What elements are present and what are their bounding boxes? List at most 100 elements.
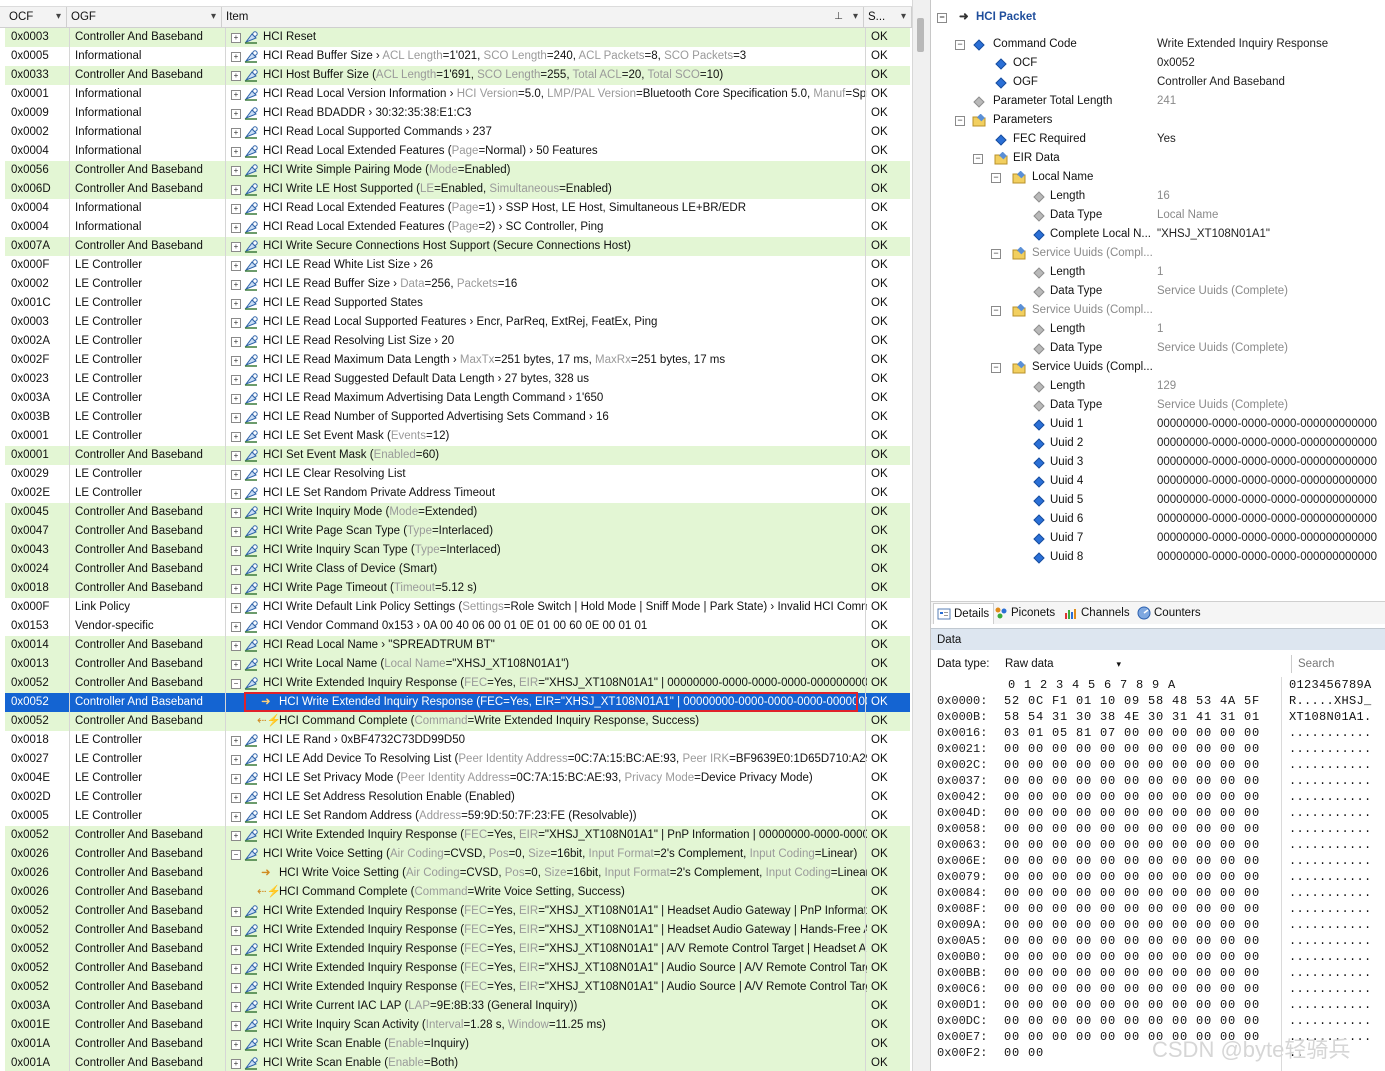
chevron-down-icon[interactable]: ▾ — [853, 7, 858, 27]
details-title-row[interactable]: − ➜ HCI Packet — [931, 8, 1385, 27]
tree-node[interactable]: OCF 0x0052 — [931, 54, 1385, 73]
expand-toggle-icon[interactable]: + — [231, 964, 241, 974]
table-row[interactable]: 0x0003 LE Controller + HCI LE Read Local Su… — [5, 313, 910, 332]
table-row[interactable]: 0x004E LE Controller + HCI LE Set Privacy M… — [5, 769, 910, 788]
expand-toggle-icon[interactable]: + — [231, 1059, 241, 1069]
tree-node[interactable]: Uuid 3 00000000-0000-0000-0000-0000000000… — [931, 453, 1385, 472]
table-row[interactable]: 0x006D Controller And Baseband + HCI Write … — [5, 180, 910, 199]
column-item[interactable]: Item ⊥ ▾ — [222, 7, 864, 27]
table-row[interactable]: 0x003A LE Controller + HCI LE Read Maximum … — [5, 389, 910, 408]
expand-toggle-icon[interactable]: + — [231, 736, 241, 746]
expand-toggle-icon[interactable]: + — [231, 565, 241, 575]
expand-toggle-icon[interactable]: + — [231, 109, 241, 119]
tab-counters[interactable]: Counters — [1134, 603, 1205, 623]
expand-toggle-icon[interactable]: + — [231, 1040, 241, 1050]
expand-toggle-icon[interactable]: + — [231, 33, 241, 43]
table-row[interactable]: 0x003B LE Controller + HCI LE Read Number o… — [5, 408, 910, 427]
tree-node[interactable]: FEC Required Yes — [931, 130, 1385, 149]
table-row[interactable]: 0x007A Controller And Baseband + HCI Write … — [5, 237, 910, 256]
table-row[interactable]: 0x0027 LE Controller + HCI LE Add Device To… — [5, 750, 910, 769]
expand-toggle-icon[interactable]: + — [231, 907, 241, 917]
table-row[interactable]: 0x000F LE Controller + HCI LE Read White Li… — [5, 256, 910, 275]
scrollbar-thumb[interactable] — [917, 18, 924, 52]
expand-toggle-icon[interactable]: + — [231, 413, 241, 423]
collapse-icon[interactable]: − — [991, 306, 1001, 316]
expand-toggle-icon[interactable]: + — [231, 641, 241, 651]
tree-node[interactable]: Uuid 2 00000000-0000-0000-0000-0000000000… — [931, 434, 1385, 453]
expand-toggle-icon[interactable]: + — [231, 52, 241, 62]
tree-node[interactable]: Data Type Local Name — [931, 206, 1385, 225]
tree-node[interactable]: Uuid 1 00000000-0000-0000-0000-0000000000… — [931, 415, 1385, 434]
expand-toggle-icon[interactable]: + — [231, 489, 241, 499]
table-row[interactable]: 0x002D LE Controller + HCI LE Set Address R… — [5, 788, 910, 807]
tree-node[interactable]: Length 1 — [931, 263, 1385, 282]
expand-toggle-icon[interactable]: + — [231, 812, 241, 822]
table-row[interactable]: 0x0052 Controller And Baseband + HCI Write … — [5, 902, 910, 921]
table-row[interactable]: 0x0018 Controller And Baseband + HCI Write … — [5, 579, 910, 598]
collapse-icon[interactable]: − — [955, 40, 965, 50]
table-row[interactable]: 0x001C LE Controller + HCI LE Read Supporte… — [5, 294, 910, 313]
expand-toggle-icon[interactable]: + — [231, 793, 241, 803]
chevron-down-icon[interactable]: ▾ — [901, 7, 906, 27]
tree-node[interactable]: − Service Uuids (Compl... — [931, 301, 1385, 320]
table-row[interactable]: 0x0029 LE Controller + HCI LE Clear Resolvi… — [5, 465, 910, 484]
hex-view[interactable]: 0 1 2 3 4 5 6 7 8 9 A 0123456789A 0x0000… — [931, 677, 1385, 1071]
table-row[interactable]: 0x001A Controller And Baseband + HCI Write … — [5, 1054, 910, 1071]
expand-toggle-icon[interactable]: + — [231, 603, 241, 613]
expand-toggle-icon[interactable]: + — [231, 318, 241, 328]
collapse-icon[interactable]: − — [991, 249, 1001, 259]
expand-toggle-icon[interactable]: + — [231, 204, 241, 214]
table-row[interactable]: 0x0018 LE Controller + HCI LE Rand › 0xBF47… — [5, 731, 910, 750]
expand-toggle-icon[interactable]: + — [231, 185, 241, 195]
tree-node[interactable]: Uuid 6 00000000-0000-0000-0000-0000000000… — [931, 510, 1385, 529]
table-row[interactable]: 0x0026 Controller And Baseband − HCI Write … — [5, 845, 910, 864]
pin-icon[interactable]: ⊥ — [834, 7, 843, 27]
tree-node[interactable]: − Parameters — [931, 111, 1385, 130]
column-ogf[interactable]: OGF ▾ — [67, 7, 222, 27]
chevron-down-icon[interactable]: ▾ — [211, 7, 216, 27]
expand-toggle-icon[interactable]: + — [231, 280, 241, 290]
search-input[interactable]: Search — [1291, 655, 1385, 673]
table-row[interactable]: 0x0153 Vendor-specific + HCI Vendor Command… — [5, 617, 910, 636]
table-row[interactable]: 0x0052 Controller And Baseband ⇠⚡ HCI Comma… — [5, 712, 910, 731]
data-type-select[interactable]: Raw data ▾ — [1003, 655, 1123, 673]
expand-toggle-icon[interactable]: + — [231, 128, 241, 138]
tree-node[interactable]: − EIR Data — [931, 149, 1385, 168]
tree-node[interactable]: Parameter Total Length 241 — [931, 92, 1385, 111]
table-row[interactable]: 0x002A LE Controller + HCI LE Read Resolvin… — [5, 332, 910, 351]
tree-node[interactable]: − Service Uuids (Compl... — [931, 244, 1385, 263]
collapse-icon[interactable]: − — [991, 173, 1001, 183]
table-row[interactable]: 0x000F Link Policy + HCI Write Default Link… — [5, 598, 910, 617]
expand-toggle-icon[interactable]: + — [231, 983, 241, 993]
expand-toggle-icon[interactable]: + — [231, 242, 241, 252]
expand-toggle-icon[interactable]: + — [231, 660, 241, 670]
vertical-scrollbar[interactable] — [912, 0, 930, 1071]
table-row[interactable]: 0x002F LE Controller + HCI LE Read Maximum … — [5, 351, 910, 370]
tree-node[interactable]: Data Type Service Uuids (Complete) — [931, 396, 1385, 415]
table-row[interactable]: 0x0052 Controller And Baseband + HCI Write … — [5, 921, 910, 940]
table-row[interactable]: 0x002E LE Controller + HCI LE Set Random Pr… — [5, 484, 910, 503]
expand-toggle-icon[interactable]: + — [231, 470, 241, 480]
column-status[interactable]: S... ▾ — [864, 7, 912, 27]
table-row[interactable]: 0x0024 Controller And Baseband + HCI Write … — [5, 560, 910, 579]
tree-node[interactable]: OGF Controller And Baseband — [931, 73, 1385, 92]
table-row[interactable]: 0x0052 Controller And Baseband + HCI Write … — [5, 978, 910, 997]
collapse-icon[interactable]: − — [973, 154, 983, 164]
expand-toggle-icon[interactable]: + — [231, 394, 241, 404]
tab-channels[interactable]: Channels — [1061, 603, 1134, 623]
table-row[interactable]: 0x0001 LE Controller + HCI LE Set Event Mas… — [5, 427, 910, 446]
expand-toggle-icon[interactable]: + — [231, 356, 241, 366]
table-row[interactable]: 0x0002 LE Controller + HCI LE Read Buffer S… — [5, 275, 910, 294]
expand-toggle-icon[interactable]: + — [231, 451, 241, 461]
collapse-icon[interactable]: − — [991, 363, 1001, 373]
expand-toggle-icon[interactable]: + — [231, 223, 241, 233]
expand-toggle-icon[interactable]: + — [231, 622, 241, 632]
table-row[interactable]: 0x0026 Controller And Baseband ⇠⚡ HCI Comma… — [5, 883, 910, 902]
table-row[interactable]: 0x0004 Informational + HCI Read Local Exten… — [5, 199, 910, 218]
expand-toggle-icon[interactable]: + — [231, 1002, 241, 1012]
table-row[interactable]: 0x0005 LE Controller + HCI LE Set Random Ad… — [5, 807, 910, 826]
table-row[interactable]: 0x0014 Controller And Baseband + HCI Read L… — [5, 636, 910, 655]
table-row[interactable]: 0x0045 Controller And Baseband + HCI Write … — [5, 503, 910, 522]
table-row[interactable]: 0x0005 Informational + HCI Read Buffer Size… — [5, 47, 910, 66]
expand-toggle-icon[interactable]: + — [231, 90, 241, 100]
